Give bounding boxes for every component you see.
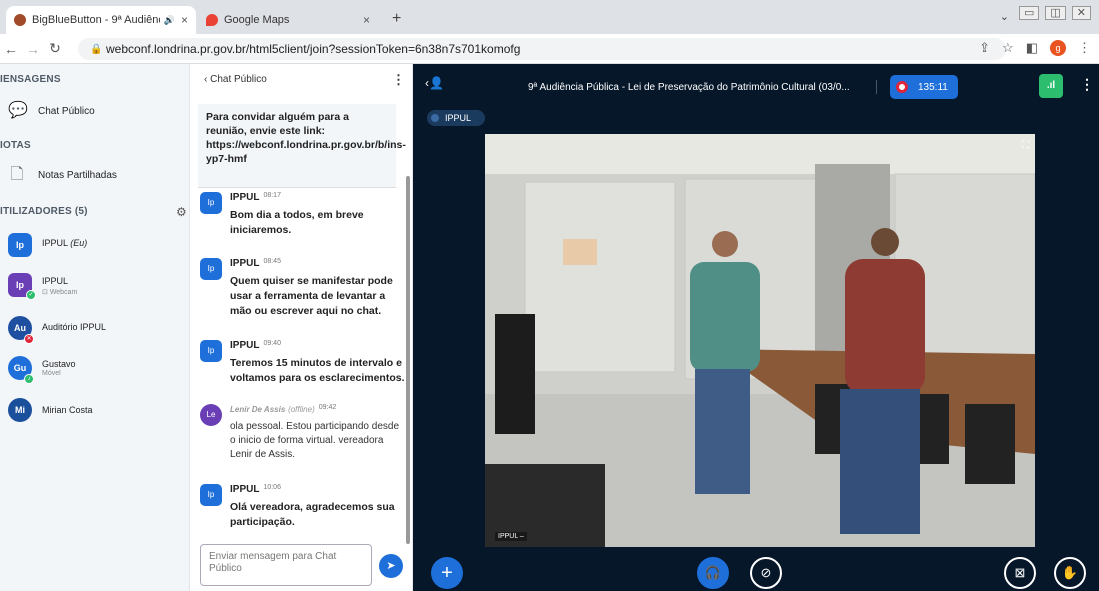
divider bbox=[876, 80, 877, 94]
tab-google-maps[interactable]: Google Maps × bbox=[198, 6, 378, 34]
toolbar-right: ⇪ ☆ ◧ g ⋮ bbox=[979, 40, 1091, 56]
sidebar-item-label: Chat Público bbox=[38, 105, 95, 117]
message-author: IPPUL 08:17 bbox=[230, 192, 281, 203]
profile-avatar[interactable]: g bbox=[1050, 40, 1066, 56]
gear-icon[interactable]: ⚙ bbox=[176, 205, 187, 219]
lock-icon: 🔒 bbox=[90, 44, 103, 55]
presenter-tag[interactable]: IPPUL bbox=[427, 110, 485, 126]
close-tab-icon[interactable]: × bbox=[363, 13, 370, 27]
back-arrow-icon[interactable]: ← bbox=[0, 41, 22, 57]
user-status: Móvel bbox=[42, 370, 61, 377]
invite-message: Para convidar alguém para a reunião, env… bbox=[198, 104, 406, 188]
sidebar-item-shared-notes[interactable]: 🗋 Notas Partilhadas bbox=[8, 166, 117, 184]
forward-arrow-icon[interactable]: → bbox=[22, 41, 44, 57]
users-header: ITILIZADORES (5) bbox=[0, 206, 88, 217]
messages-header: IENSAGENS bbox=[0, 74, 61, 85]
tab-search-icon[interactable]: ⌄ bbox=[1000, 10, 1009, 23]
audio-playing-icon[interactable]: 🔊 bbox=[164, 15, 175, 26]
avatar: Ip bbox=[8, 233, 32, 257]
webcam-scene bbox=[485, 134, 1035, 547]
window-controls: ▭ ◫ ✕ bbox=[1018, 6, 1091, 20]
message-author: IPPUL 10:06 bbox=[230, 484, 281, 495]
chat-options-icon[interactable]: ⋮ bbox=[392, 72, 405, 88]
fullscreen-icon[interactable]: ⛶ bbox=[1022, 140, 1029, 151]
muted-badge-icon: ✕ bbox=[24, 334, 34, 344]
message-text: Quem quiser se manifestar pode usar a fe… bbox=[230, 275, 393, 317]
audio-headphones-button[interactable]: 🎧 bbox=[697, 557, 729, 589]
restore-icon[interactable]: ◫ bbox=[1045, 6, 1066, 20]
message-text: Bom dia a todos, em breve iniciaremos. bbox=[230, 209, 364, 236]
presenter-badge-icon: ✓ bbox=[26, 290, 36, 300]
message-author: IPPUL 08:45 bbox=[230, 258, 281, 269]
tab-bigbluebutton[interactable]: BigBlueButton - 9ª Audiênci 🔊 × bbox=[6, 6, 196, 34]
chat-message-input[interactable]: Enviar mensagem para Chat Público bbox=[200, 544, 372, 586]
meeting-title: 9ª Audiência Pública - Lei de Preservaçã… bbox=[528, 82, 850, 93]
chat-scrollbar[interactable] bbox=[406, 176, 410, 544]
presentation-toggle-button[interactable]: ⊠ bbox=[1004, 557, 1036, 589]
connection-status-icon[interactable]: .ıl bbox=[1039, 74, 1063, 98]
record-dot-icon bbox=[896, 81, 908, 93]
webcam-video[interactable]: ⛶ IPPUL – bbox=[485, 134, 1035, 547]
toggle-user-list-icon[interactable]: ‹👤 bbox=[425, 76, 444, 90]
user-name: IPPUL (Eu) bbox=[42, 238, 88, 248]
address-bar: ← → ↻ 🔒 webconf.londrina.pr.gov.br/html5… bbox=[0, 34, 1099, 64]
recording-indicator-button[interactable]: 135:11 bbox=[890, 75, 958, 99]
bbb-favicon-icon bbox=[14, 14, 26, 26]
actions-plus-button[interactable]: + bbox=[431, 557, 463, 589]
notes-page-icon: 🗋 bbox=[10, 166, 24, 183]
options-menu-icon[interactable]: ⋮ bbox=[1080, 76, 1094, 93]
avatar: Ip bbox=[200, 340, 222, 362]
avatar: Le bbox=[200, 404, 222, 426]
minimize-icon[interactable]: ▭ bbox=[1018, 6, 1040, 20]
reload-icon[interactable]: ↻ bbox=[44, 40, 66, 57]
meeting-main-area: ‹👤 9ª Audiência Pública - Lei de Preserv… bbox=[413, 64, 1099, 591]
message-text: Teremos 15 minutos de intervalo e voltam… bbox=[230, 357, 405, 384]
new-tab-button[interactable]: + bbox=[392, 10, 401, 28]
close-tab-icon[interactable]: × bbox=[181, 13, 188, 27]
sidebar-item-public-chat[interactable]: 💬 Chat Público bbox=[8, 102, 95, 120]
user-name: IPPUL bbox=[42, 276, 69, 286]
share-webcam-button[interactable]: ⊘ bbox=[750, 557, 782, 589]
recording-timer: 135:11 bbox=[918, 81, 948, 93]
user-name: Gustavo bbox=[42, 359, 76, 369]
maps-favicon-icon bbox=[206, 14, 218, 26]
avatar: Ip bbox=[200, 258, 222, 280]
close-window-icon[interactable]: ✕ bbox=[1071, 6, 1091, 20]
avatar: Ip bbox=[200, 484, 222, 506]
url-field[interactable]: 🔒 webconf.londrina.pr.gov.br/html5client… bbox=[78, 38, 1006, 60]
send-message-button[interactable]: ➤ bbox=[379, 554, 403, 578]
message-text: Olá vereadora, agradecemos sua participa… bbox=[230, 501, 395, 528]
browser-tabstrip: BigBlueButton - 9ª Audiênci 🔊 × Google M… bbox=[0, 0, 1099, 34]
chat-bubble-icon: 💬 bbox=[8, 102, 28, 119]
talking-dot-icon bbox=[431, 114, 439, 122]
chat-back-button[interactable]: ‹ Chat Público bbox=[204, 74, 267, 85]
bookmark-star-icon[interactable]: ☆ bbox=[1002, 40, 1014, 56]
sidebar-item-label: Notas Partilhadas bbox=[38, 169, 117, 181]
message-author: Lenir De Assis (offline) 09:42 bbox=[230, 404, 337, 414]
chat-panel: ‹ Chat Público ⋮ Para convidar alguém pa… bbox=[190, 64, 413, 591]
avatar: Mi bbox=[8, 398, 32, 422]
share-icon[interactable]: ⇪ bbox=[979, 40, 990, 56]
tab-title: Google Maps bbox=[224, 14, 290, 26]
user-name: Auditório IPPUL bbox=[42, 322, 107, 332]
user-status: ⊡ Webcam bbox=[42, 289, 78, 296]
user-name: Mirian Costa bbox=[42, 405, 93, 415]
user-list-panel: IENSAGENS 💬 Chat Público IOTAS 🗋 Notas P… bbox=[0, 64, 190, 591]
video-user-label: IPPUL – bbox=[495, 532, 527, 541]
browser-menu-icon[interactable]: ⋮ bbox=[1078, 40, 1091, 56]
message-text: ola pessoal. Estou participando desde o … bbox=[230, 421, 400, 460]
notes-header: IOTAS bbox=[0, 140, 31, 151]
tab-title: BigBlueButton - 9ª Audiênci bbox=[32, 14, 160, 26]
url-text: webconf.londrina.pr.gov.br/html5client/j… bbox=[106, 42, 521, 56]
raise-hand-button[interactable]: ✋ bbox=[1054, 557, 1086, 589]
side-panel-icon[interactable]: ◧ bbox=[1026, 40, 1038, 56]
message-author: IPPUL 09:40 bbox=[230, 340, 281, 351]
avatar: Ip bbox=[200, 192, 222, 214]
audio-badge-icon: ♪ bbox=[24, 374, 34, 384]
